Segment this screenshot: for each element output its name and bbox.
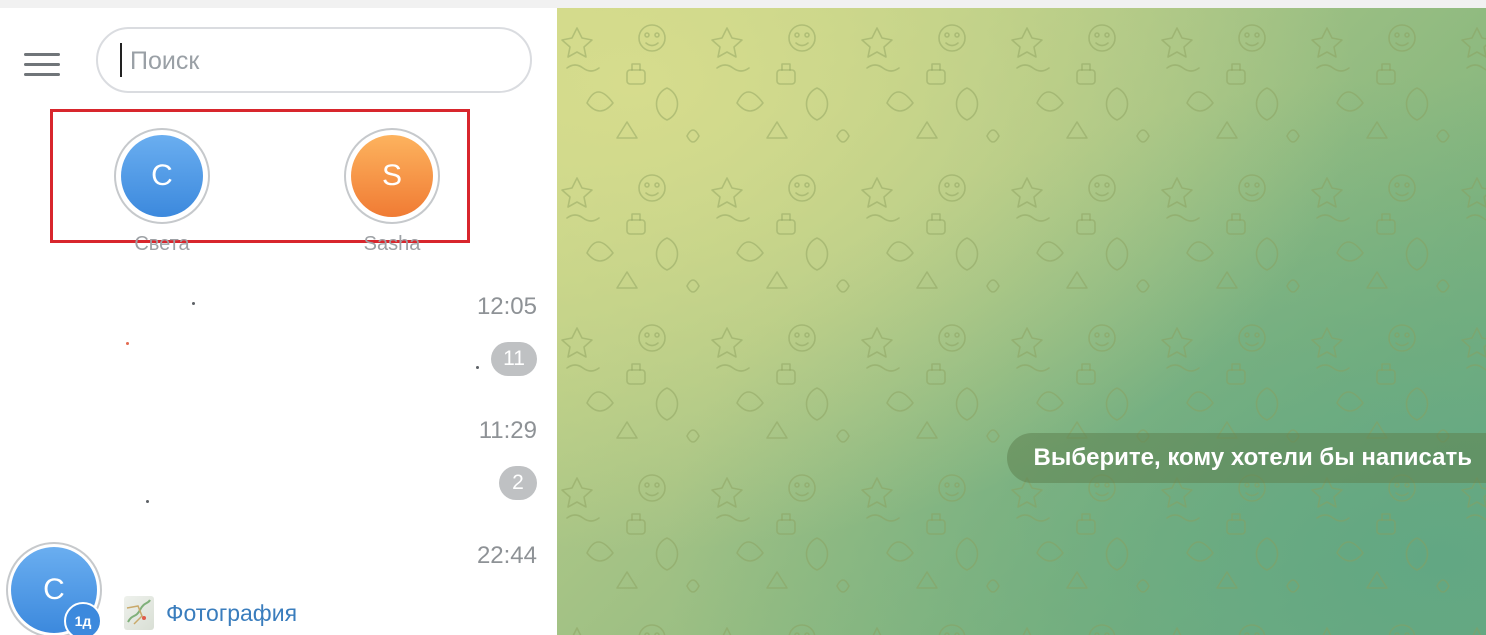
redacted-speck: [126, 342, 129, 345]
message-preview: Фотография: [166, 600, 298, 626]
timer-badge-icon: 1д: [64, 602, 102, 635]
chat-list-item[interactable]: 12:05 11: [0, 280, 557, 404]
chat-list-item[interactable]: С 1д 22:44 Фотография: [0, 528, 557, 635]
story-name: Sasha: [363, 233, 421, 255]
photo-thumbnail-icon: [124, 596, 154, 630]
avatar-initial: С: [43, 573, 65, 606]
search-field[interactable]: [96, 27, 532, 93]
background-doodle-pattern: [557, 8, 1486, 635]
menu-bar: [24, 53, 60, 56]
chat-time: 12:05: [476, 293, 537, 320]
redacted-speck: [192, 302, 195, 305]
unread-badge: 2: [499, 466, 537, 500]
avatar: S: [351, 135, 433, 217]
chat-list-item[interactable]: 11:29 2: [0, 404, 557, 528]
story-avatar-sveta[interactable]: С: [114, 128, 210, 224]
text-caret: [120, 43, 122, 77]
redacted-speck: [146, 500, 149, 503]
story-name: Света: [134, 233, 190, 255]
top-strip: [0, 0, 1486, 8]
chat-time: 11:29: [478, 417, 537, 444]
hamburger-menu-icon[interactable]: [22, 50, 62, 80]
avatar-initial: С: [151, 159, 173, 192]
chat-list-sidebar: С Света S Sasha 12:05 11 11:29 2 С 1д 22…: [0, 8, 557, 635]
avatar: С: [121, 135, 203, 217]
unread-badge: 11: [491, 342, 537, 376]
story-avatar-sasha[interactable]: S: [344, 128, 440, 224]
menu-bar: [24, 73, 60, 76]
search-input[interactable]: [128, 39, 512, 83]
timer-label: 1д: [74, 613, 92, 629]
avatar-initial: S: [381, 159, 402, 192]
chat-area: Выберите, кому хотели бы написать: [557, 8, 1486, 635]
chat-time: 22:44: [476, 542, 537, 569]
menu-bar: [24, 63, 60, 66]
redacted-speck: [476, 366, 479, 369]
select-chat-hint: Выберите, кому хотели бы написать: [1007, 433, 1486, 483]
